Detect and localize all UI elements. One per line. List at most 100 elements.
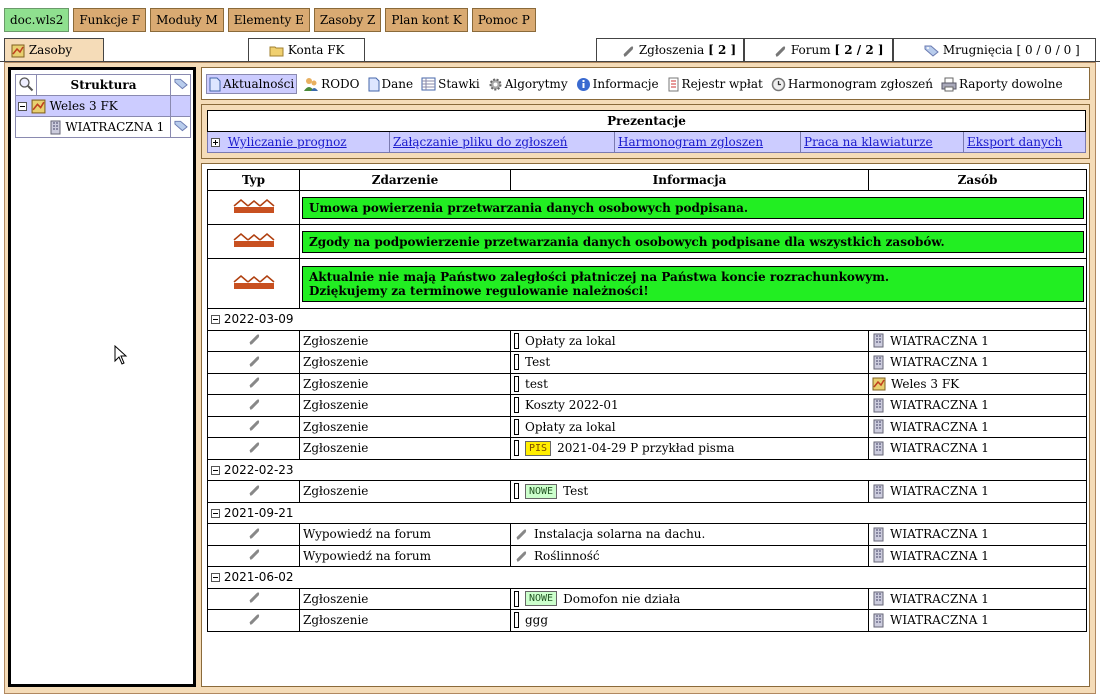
resource-cell[interactable]: WIATRACZNA 1: [868, 544, 1087, 567]
tree-search-cell[interactable]: [15, 74, 37, 96]
resource-cell[interactable]: WIATRACZNA 1: [868, 437, 1087, 460]
tab-forum-count: [ 2 / 2 ]: [834, 43, 884, 57]
resource-cell[interactable]: WIATRACZNA 1: [868, 480, 1087, 503]
info-bar: [514, 354, 519, 371]
resource-cell[interactable]: WIATRACZNA 1: [868, 329, 1087, 352]
resource-cell[interactable]: WIATRACZNA 1: [868, 523, 1087, 546]
building-icon: [50, 120, 60, 134]
link-eksport-danych[interactable]: Eksport danych: [967, 135, 1062, 149]
map-icon: [872, 377, 886, 391]
info-cell[interactable]: ggg: [510, 609, 869, 632]
date-group-row[interactable]: 2022-02-23: [207, 458, 1087, 481]
toolbar-aktualnosci[interactable]: Aktualności: [206, 74, 298, 94]
building-icon: [873, 591, 884, 606]
notice-message: Aktualnie nie mają Państwo zaległości pł…: [302, 265, 1084, 302]
menu-zasoby[interactable]: Zasoby Z: [313, 8, 382, 32]
table-row[interactable]: Zgłoszenie test Weles 3 FK: [207, 372, 1087, 395]
resource-cell[interactable]: WIATRACZNA 1: [868, 415, 1087, 438]
tab-konta-fk[interactable]: Konta FK: [248, 38, 365, 62]
table-row[interactable]: Zgłoszenie Test WIATRACZNA 1: [207, 351, 1087, 374]
resource-cell[interactable]: Weles 3 FK: [868, 372, 1087, 395]
tab-forum[interactable]: Forum [ 2 / 2 ]: [744, 38, 893, 62]
info-cell[interactable]: NOWE Test: [510, 480, 869, 503]
table-row[interactable]: Zgłoszenie NOWE Domofon nie działa WIATRACZ…: [207, 587, 1087, 610]
table-row[interactable]: Zgłoszenie Opłaty za lokal WIATRACZNA 1: [207, 415, 1087, 438]
table-row[interactable]: Zgłoszenie PIS 2021-04-29 P przykład pisma…: [207, 437, 1087, 460]
building-icon: [873, 527, 884, 542]
table-row[interactable]: Zgłoszenie NOWE Test WIATRACZNA 1: [207, 480, 1087, 503]
toolbar-rodo[interactable]: RODO: [301, 74, 361, 94]
table-row[interactable]: Zgłoszenie Opłaty za lokal WIATRACZNA 1: [207, 329, 1087, 352]
collapse-icon[interactable]: [211, 508, 220, 518]
menu-pomoc[interactable]: Pomoc P: [471, 8, 536, 32]
tab-mrugniecia[interactable]: Mrugnięcia [ 0 / 0 / 0 ]: [893, 38, 1096, 62]
date-group-row[interactable]: 2021-06-02: [207, 566, 1087, 589]
info-cell[interactable]: PIS 2021-04-29 P przykład pisma: [510, 437, 869, 460]
presentation-cell: Wyliczanie prognoz: [207, 131, 390, 153]
paperclip-icon: [248, 614, 259, 625]
tree-root-label: Weles 3 FK: [49, 98, 118, 113]
tag-icon[interactable]: [173, 119, 188, 132]
toolbar-dane[interactable]: Dane: [366, 74, 416, 94]
building-icon: [873, 613, 884, 628]
tab-zgloszenia[interactable]: Zgłoszenia [ 2 ]: [596, 38, 744, 62]
menu-funkcje[interactable]: Funkcje F: [73, 8, 147, 32]
menu-elementy[interactable]: Elementy E: [227, 8, 310, 32]
info-cell[interactable]: Test: [510, 351, 869, 374]
app-button[interactable]: doc.wls2: [4, 8, 70, 32]
resource-cell[interactable]: WIATRACZNA 1: [868, 587, 1087, 610]
table-row[interactable]: Wypowiedź na forum Roślinność WIATRACZNA 1: [207, 544, 1087, 567]
resource-label: WIATRACZNA 1: [890, 613, 989, 628]
type-cell: [207, 329, 300, 352]
table-row[interactable]: Wypowiedź na forum Instalacja solarna na …: [207, 523, 1087, 546]
toolbar-stawki[interactable]: Stawki: [419, 74, 482, 94]
toolbar-raporty[interactable]: Raporty dowolne: [939, 74, 1065, 94]
info-cell[interactable]: NOWE Domofon nie działa: [510, 587, 869, 610]
tag-icon: [924, 45, 939, 57]
event-cell: Zgłoszenie: [299, 609, 511, 632]
status-badge: NOWE: [525, 483, 558, 499]
info-bar: [514, 483, 519, 500]
register-icon: [668, 77, 679, 91]
structure-tree: Struktura Weles 3 FK WIATRACZNA 1: [15, 74, 191, 138]
link-praca-klawiatura[interactable]: Praca na klawiaturze: [804, 135, 933, 149]
info-cell[interactable]: Koszty 2022-01: [510, 394, 869, 417]
collapse-icon[interactable]: [211, 465, 220, 475]
resource-cell[interactable]: WIATRACZNA 1: [868, 351, 1087, 374]
col-informacja: Informacja: [510, 169, 869, 191]
info-icon: [576, 77, 590, 91]
toolbar-rejestr-wplat[interactable]: Rejestr wpłat: [665, 74, 765, 94]
info-text: ggg: [525, 613, 549, 628]
collapse-icon[interactable]: [18, 101, 27, 111]
tree-row-root[interactable]: Weles 3 FK: [15, 95, 191, 117]
info-cell[interactable]: Instalacja solarna na dachu.: [510, 523, 869, 546]
date-group-row[interactable]: 2021-09-21: [207, 501, 1087, 524]
toolbar-harmonogram[interactable]: Harmonogram zgłoszeń: [769, 74, 935, 94]
table-row[interactable]: Zgłoszenie Koszty 2022-01 WIATRACZNA 1: [207, 394, 1087, 417]
event-cell: Zgłoszenie: [299, 329, 511, 352]
tree-row-child[interactable]: WIATRACZNA 1: [15, 116, 191, 138]
table-row[interactable]: Zgłoszenie ggg WIATRACZNA 1: [207, 609, 1087, 632]
tree-tag-cell[interactable]: [170, 74, 191, 96]
toolbar-informacje[interactable]: Informacje: [574, 74, 661, 94]
tab-zasoby[interactable]: Zasoby: [4, 38, 104, 62]
info-cell[interactable]: test: [510, 372, 869, 395]
info-cell[interactable]: Opłaty za lokal: [510, 415, 869, 438]
info-cell[interactable]: Roślinność: [510, 544, 869, 567]
menu-moduly[interactable]: Moduły M: [150, 8, 224, 32]
link-harmonogram[interactable]: Harmonogram zgloszen: [618, 135, 763, 149]
event-cell: Zgłoszenie: [299, 587, 511, 610]
date-group-row[interactable]: 2022-03-09: [207, 308, 1087, 331]
resource-label: WIATRACZNA 1: [890, 355, 989, 370]
menu-plan-kont[interactable]: Plan kont K: [385, 8, 468, 32]
resource-cell[interactable]: WIATRACZNA 1: [868, 394, 1087, 417]
collapse-icon[interactable]: [211, 315, 220, 325]
toolbar-algorytmy[interactable]: Algorytmy: [486, 74, 570, 94]
info-cell[interactable]: Opłaty za lokal: [510, 329, 869, 352]
link-wyliczanie-prognoz[interactable]: Wyliczanie prognoz: [228, 135, 347, 149]
expand-icon[interactable]: [211, 138, 220, 147]
collapse-icon[interactable]: [211, 573, 220, 583]
paperclip-icon: [248, 485, 259, 496]
resource-cell[interactable]: WIATRACZNA 1: [868, 609, 1087, 632]
link-zalaczanie-pliku[interactable]: Załączanie pliku do zgłoszeń: [393, 135, 568, 149]
